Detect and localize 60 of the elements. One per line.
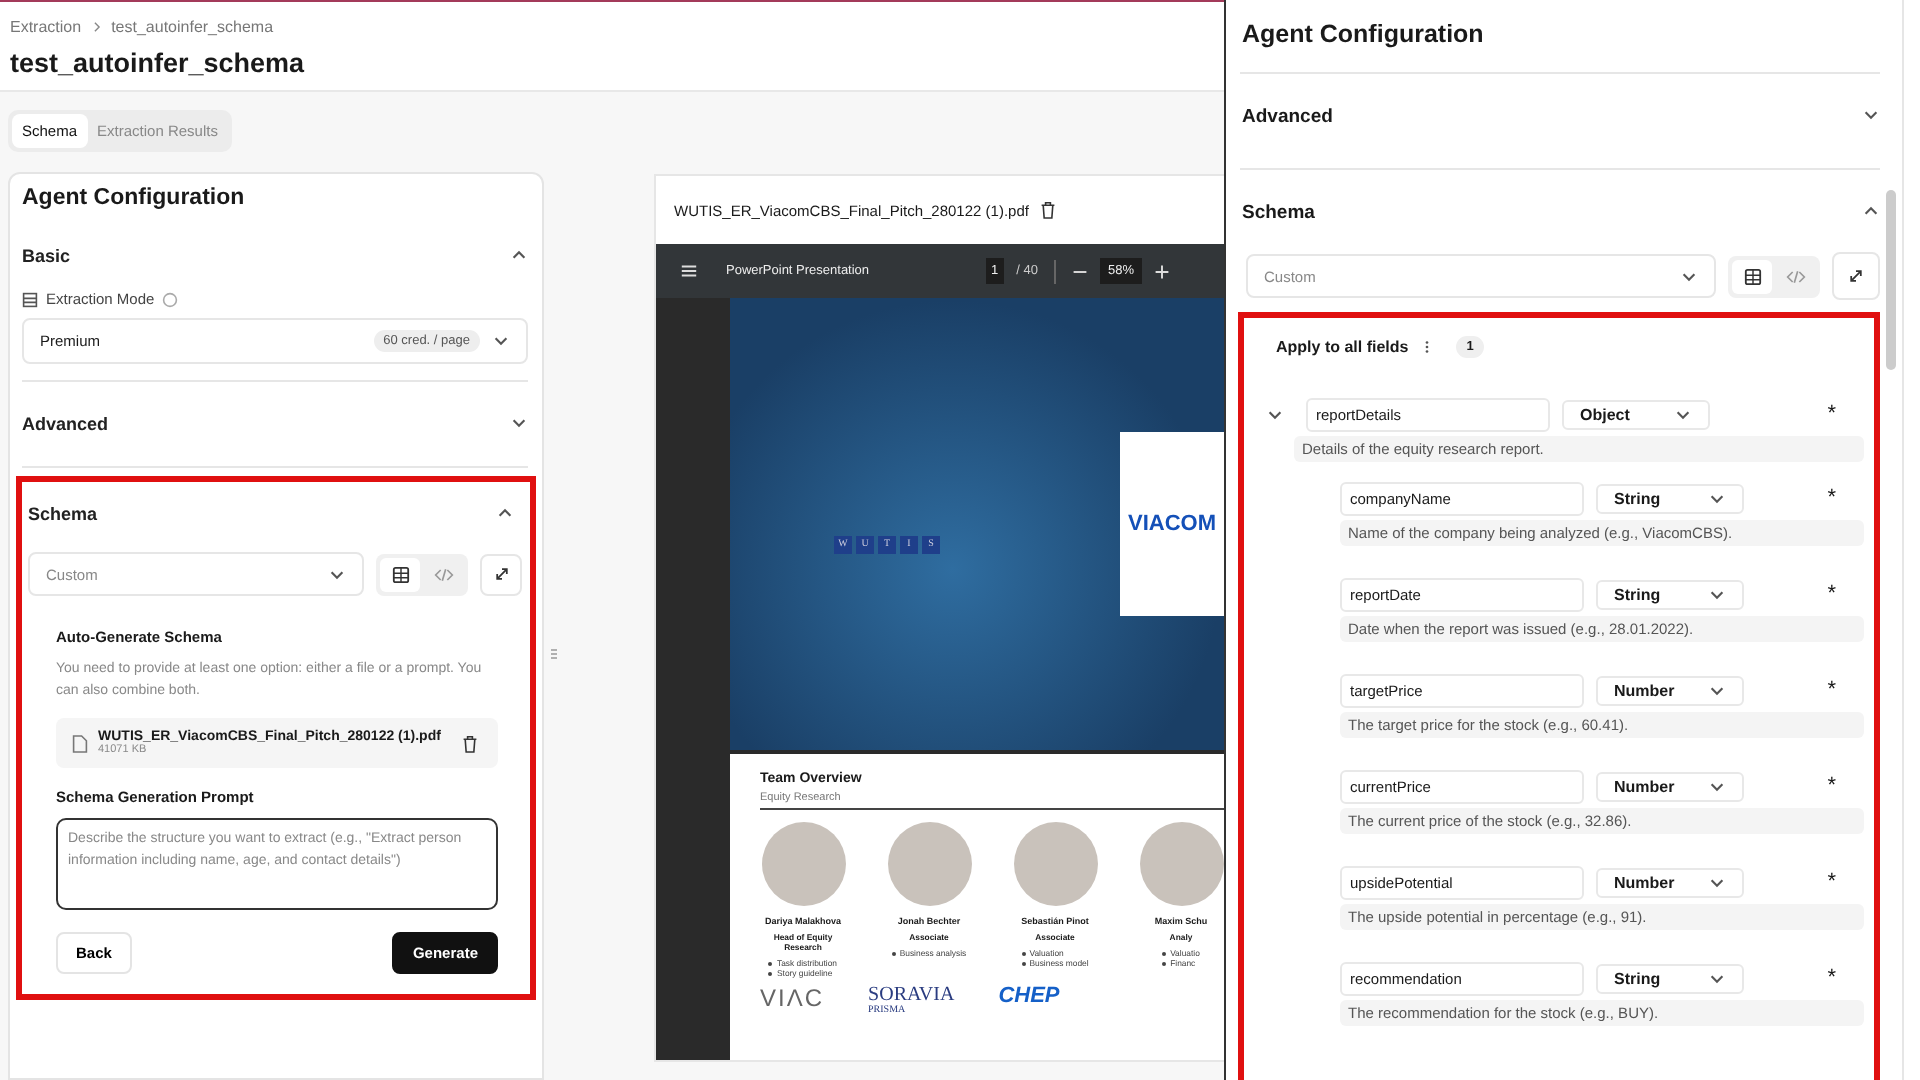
required-mark[interactable]: * <box>1827 486 1836 510</box>
trash-icon[interactable] <box>462 733 478 753</box>
client-logo: CHEP <box>998 986 1060 1008</box>
client-logo: SORAVIA <box>868 986 955 1006</box>
table-view-button[interactable] <box>380 557 420 591</box>
trash-icon[interactable] <box>1040 200 1057 220</box>
type-select[interactable]: Number <box>1596 867 1744 897</box>
apply-all-label[interactable]: Apply to all fields <box>1276 338 1409 356</box>
chevron-down-icon[interactable] <box>492 332 510 350</box>
chevron-icon[interactable] <box>1862 202 1880 220</box>
panel-title: Agent Configuration <box>1240 18 1486 48</box>
type-select[interactable]: String <box>1596 963 1744 993</box>
more-icon[interactable] <box>1424 338 1431 356</box>
required-mark[interactable]: * <box>1827 966 1836 990</box>
required-mark[interactable]: * <box>1827 774 1836 798</box>
required-mark[interactable]: * <box>1827 582 1836 606</box>
required-mark[interactable]: * <box>1827 678 1836 702</box>
info-icon <box>162 291 179 307</box>
menu-icon[interactable] <box>680 262 698 280</box>
avatar-placeholder <box>1139 822 1223 906</box>
diagonal-arrows-icon <box>1848 268 1864 284</box>
panel-title: Agent Configuration <box>22 186 247 210</box>
avatar-placeholder <box>761 822 845 906</box>
table-view-button[interactable] <box>1732 259 1772 293</box>
section-title[interactable]: Basic <box>22 246 71 266</box>
type-select[interactable]: Number <box>1596 771 1744 801</box>
avatar-placeholder <box>887 822 971 906</box>
section-title[interactable]: Advanced <box>1242 105 1333 127</box>
chevron-right-icon <box>89 20 104 34</box>
type-select[interactable]: Number <box>1596 675 1744 705</box>
expand-button[interactable] <box>1832 252 1880 300</box>
zoom-in-icon[interactable] <box>1154 263 1171 279</box>
company-logo: VIACOM <box>1120 432 1224 616</box>
section-title[interactable]: Schema <box>1242 201 1315 223</box>
grid-icon <box>391 565 409 583</box>
grid-icon <box>1743 267 1761 285</box>
required-mark[interactable]: * <box>1827 870 1836 894</box>
avatar-placeholder <box>1013 822 1097 906</box>
code-icon <box>434 565 454 583</box>
client-logo: VIΛC <box>760 986 825 1010</box>
chevron-icon[interactable] <box>510 414 528 432</box>
page-title: test_autoinfer_schema <box>10 48 307 78</box>
list-icon <box>22 291 38 307</box>
section-title[interactable]: Advanced <box>22 414 109 434</box>
type-select[interactable]: Object <box>1562 399 1710 429</box>
chevron-icon[interactable] <box>1862 106 1880 124</box>
breadcrumb-current: test_autoinfer_schema <box>111 18 274 36</box>
file-icon <box>72 733 88 753</box>
expand-button[interactable] <box>480 553 522 595</box>
type-select[interactable]: String <box>1596 483 1744 513</box>
code-icon <box>1786 267 1806 285</box>
resize-handle-icon[interactable] <box>550 646 558 662</box>
chevron-icon[interactable] <box>510 246 528 264</box>
breadcrumb-link[interactable]: Extraction <box>10 18 82 36</box>
required-mark[interactable]: * <box>1827 402 1836 426</box>
type-select[interactable]: String <box>1596 579 1744 609</box>
section-title[interactable]: Schema <box>28 504 98 524</box>
diagonal-arrows-icon <box>493 566 509 582</box>
chevron-icon[interactable] <box>496 504 514 522</box>
scrollbar[interactable] <box>1886 190 1896 370</box>
